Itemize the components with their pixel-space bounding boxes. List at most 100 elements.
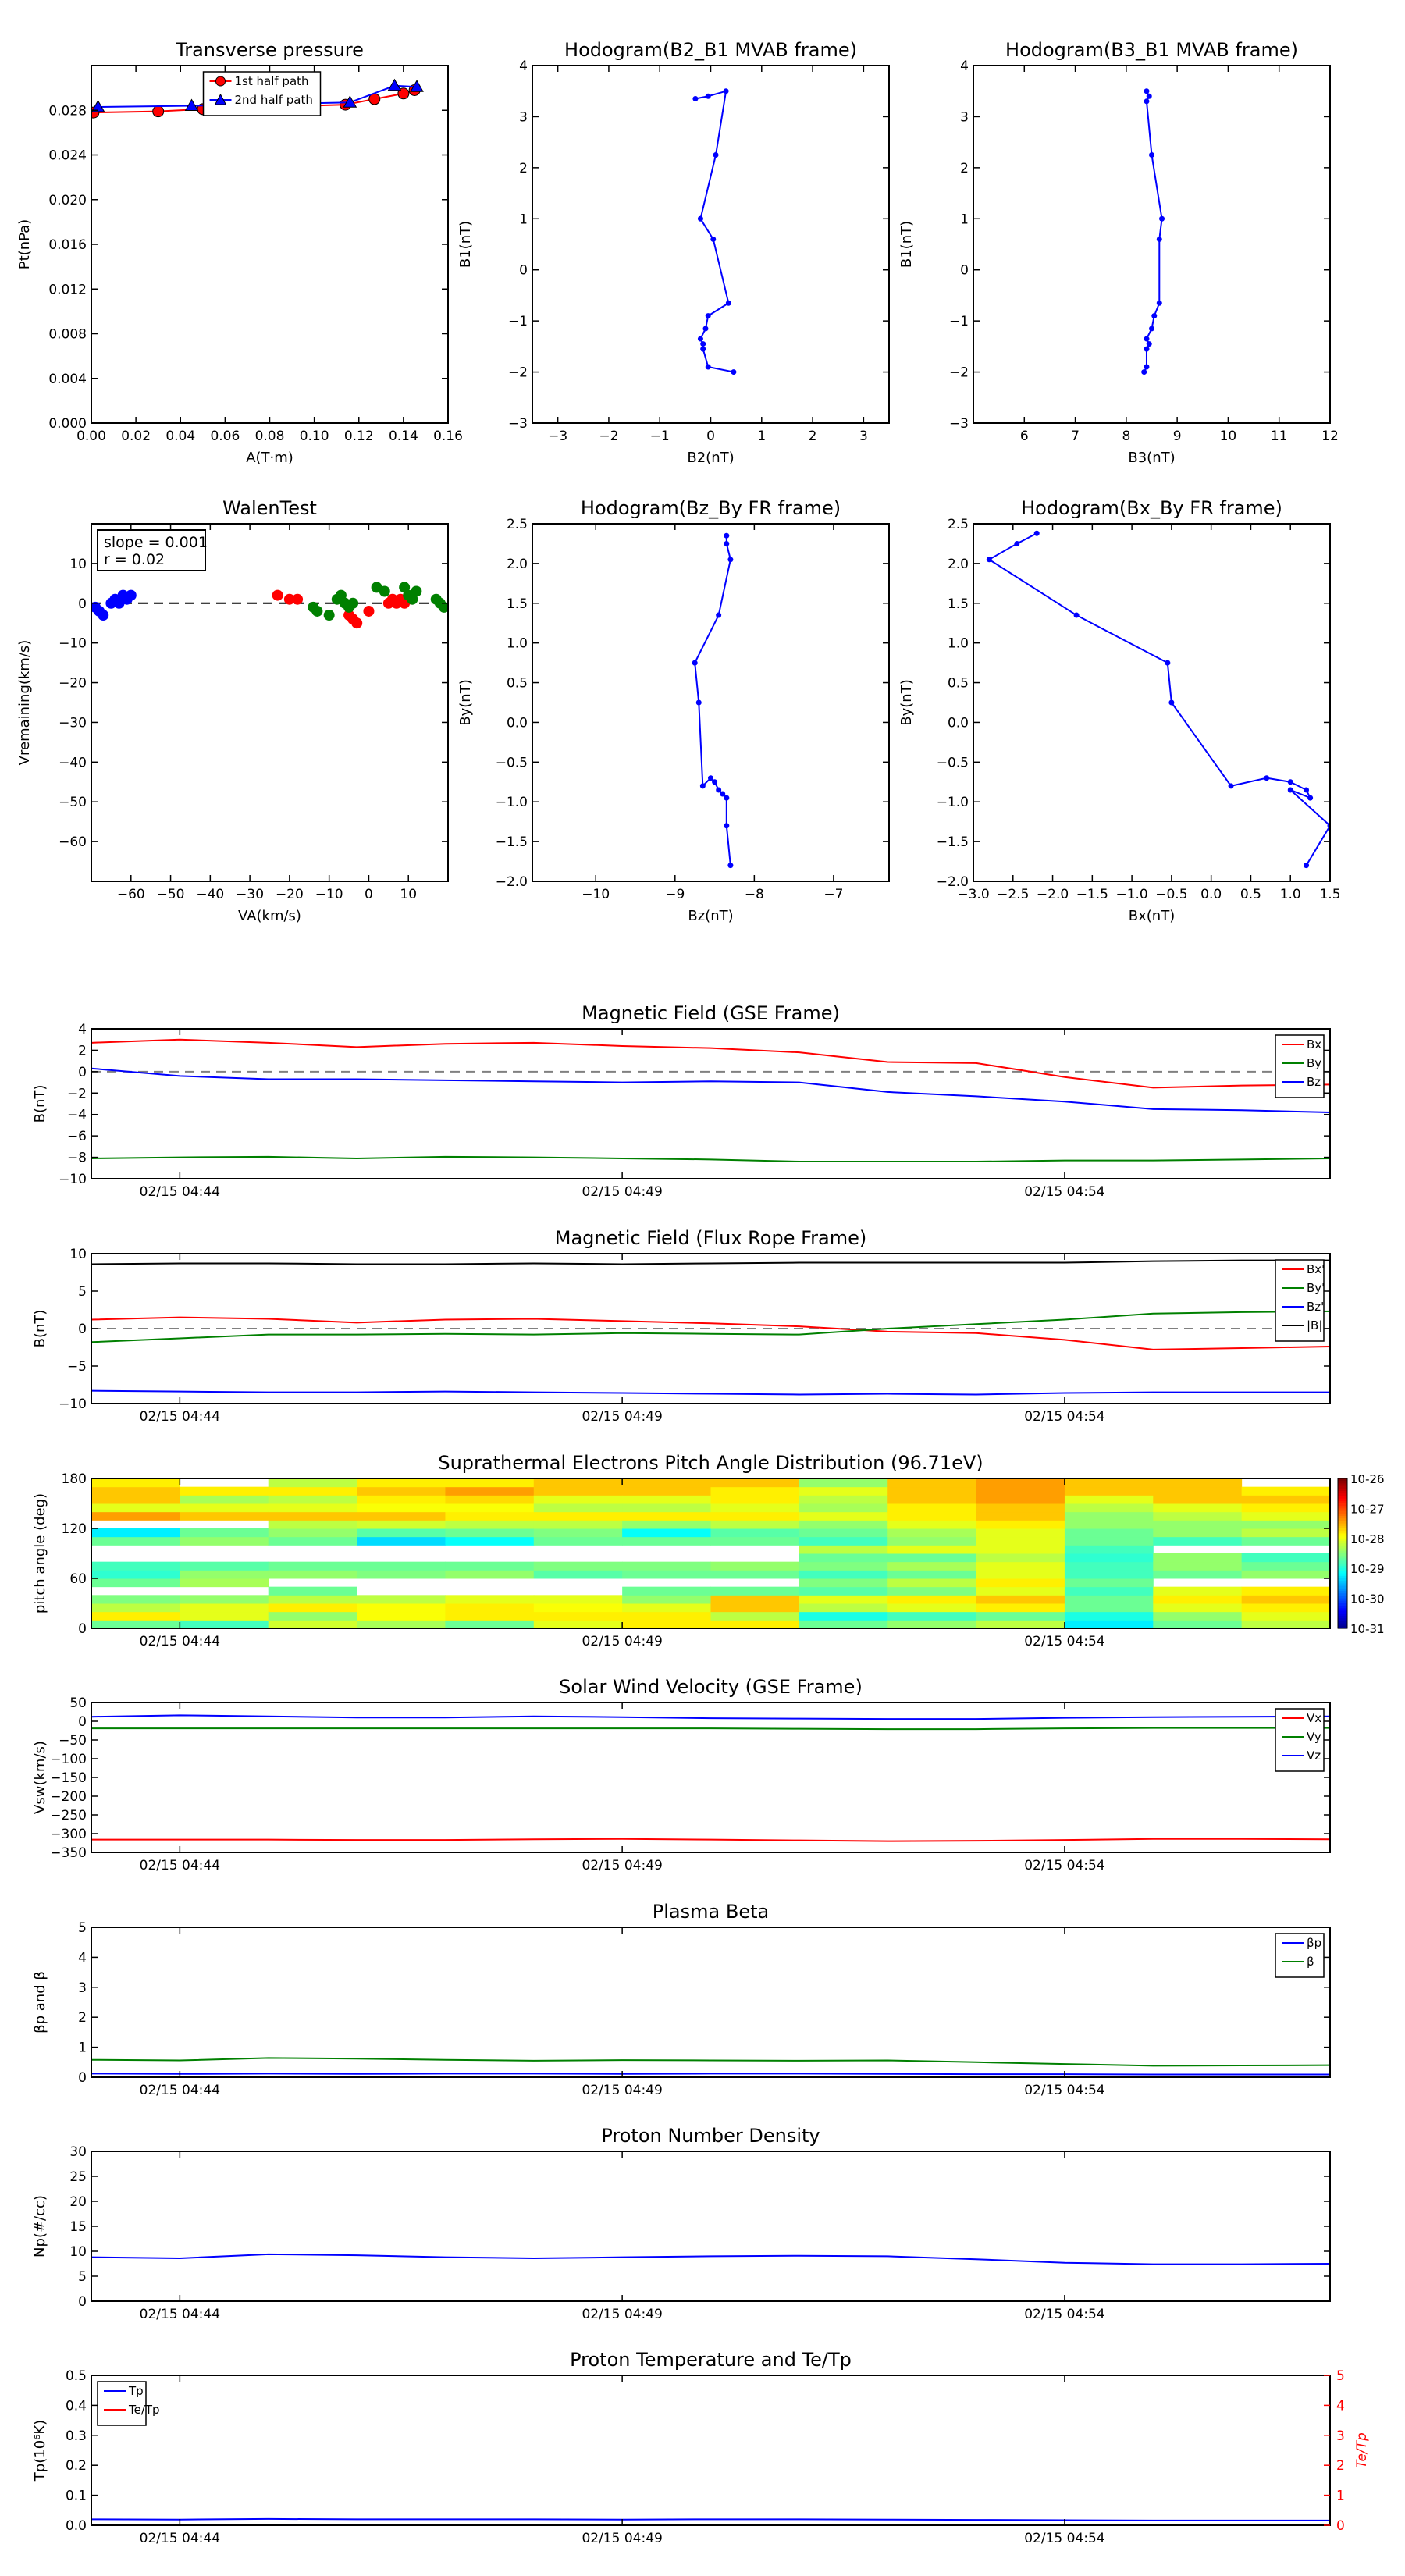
heatmap-cell: [1241, 1520, 1330, 1529]
y-tick-label: −150: [50, 1770, 87, 1786]
y-tick-label: 2.0: [507, 557, 528, 572]
heatmap-cell: [91, 1595, 180, 1604]
x-tick-label: 02/15 04:44: [140, 2307, 220, 2322]
x-tick-label: 6: [1020, 429, 1029, 444]
data-point: [705, 93, 711, 99]
y-axis-label: B1(nT): [457, 221, 474, 268]
heatmap-cell: [799, 1511, 888, 1521]
heatmap-cell: [1064, 1586, 1154, 1596]
y-tick-label: 4: [960, 59, 969, 74]
y-tick-label: −8: [67, 1151, 87, 1166]
heatmap-cell: [710, 1528, 800, 1538]
y-tick-label: 1: [960, 212, 969, 227]
heatmap-cell: [799, 1561, 888, 1571]
y-tick-label: 0.028: [48, 103, 87, 119]
heatmap-cell: [799, 1536, 888, 1546]
y-tick-label: −1: [508, 314, 528, 329]
heatmap-cell: [622, 1486, 711, 1496]
data-point: [723, 88, 729, 94]
data-point: [1228, 783, 1234, 789]
data-point: [716, 612, 722, 618]
heatmap-cell: [799, 1553, 888, 1563]
heatmap-cell: [622, 1536, 711, 1546]
x-tick-label: −1: [650, 429, 670, 444]
y-tick-label: −40: [59, 755, 87, 770]
heatmap-cell: [91, 1578, 180, 1588]
heatmap-cell: [445, 1603, 535, 1613]
legend-label: Bz': [1307, 1300, 1324, 1314]
legend-label: By: [1307, 1056, 1321, 1070]
chart-title: Proton Temperature and Te/Tp: [570, 2349, 852, 2371]
heatmap-cell: [976, 1486, 1065, 1496]
heatmap-cell: [622, 1595, 711, 1604]
heatmap-cell: [710, 1536, 800, 1546]
heatmap-cell: [1064, 1478, 1154, 1488]
y-tick-label: 0: [78, 2070, 87, 2086]
y-tick-label: −3: [508, 416, 528, 432]
y-tick-label: 0.0: [507, 715, 528, 731]
heatmap-cell: [887, 1570, 977, 1579]
heatmap-cell: [180, 1570, 269, 1579]
x-tick-label: −60: [117, 887, 145, 902]
data-point: [705, 313, 711, 319]
heatmap-cell: [976, 1545, 1065, 1554]
y-axis-label: B(nT): [32, 1085, 48, 1123]
legend-label: Vz: [1307, 1749, 1321, 1763]
heatmap-cell: [268, 1511, 357, 1521]
heatmap-cell: [1241, 1561, 1330, 1571]
x-tick-label: −3: [548, 429, 567, 444]
heatmap-cell: [268, 1478, 357, 1488]
heatmap-cell: [91, 1486, 180, 1496]
x-tick-label: 02/15 04:44: [140, 1409, 220, 1425]
data-point: [1287, 787, 1293, 793]
legend: βp β: [1275, 1933, 1325, 1978]
colorbar-label: 10-27: [1350, 1502, 1385, 1516]
heatmap-cell: [1241, 1503, 1330, 1513]
heatmap-cell: [533, 1570, 623, 1579]
heatmap-cell: [887, 1561, 977, 1571]
y-tick-label: 0.012: [48, 282, 87, 297]
y-tick-label: 2.5: [948, 517, 969, 532]
x-tick-label: −30: [236, 887, 264, 902]
heatmap-cell: [180, 1561, 269, 1571]
heatmap-cell: [1064, 1545, 1154, 1554]
heatmap-cell: [1153, 1486, 1243, 1496]
chart-title: Transverse pressure: [175, 39, 364, 61]
y-tick-label: 10: [69, 1247, 87, 1262]
data-point: [1151, 313, 1158, 319]
y-tick-label: 2: [960, 161, 969, 176]
x-tick-label: 1.5: [1319, 887, 1340, 902]
y-tick-label: 0.1: [66, 2489, 87, 2504]
y-tick-label: 0.020: [48, 193, 87, 208]
legend-label: Bz: [1307, 1075, 1321, 1089]
y-tick-label: −60: [59, 834, 87, 850]
x-tick-label: 0.16: [433, 429, 463, 444]
y-tick-label: 0.008: [48, 327, 87, 343]
heatmap-cell: [1241, 1495, 1330, 1504]
y-tick-label: 3: [519, 109, 528, 125]
heatmap-cell: [887, 1503, 977, 1513]
heatmap-cell: [1064, 1578, 1154, 1588]
data-point: [724, 795, 730, 801]
x-tick-label: −10: [582, 887, 610, 902]
data-point: [311, 605, 323, 617]
data-point: [727, 557, 734, 563]
x-tick-label: 02/15 04:49: [582, 1184, 662, 1200]
heatmap-cell: [357, 1603, 446, 1613]
y-tick-label: 0: [519, 263, 528, 279]
colorbar-label: 10-31: [1350, 1622, 1385, 1636]
y-tick-label: 0.3: [66, 2428, 87, 2444]
data-point: [351, 617, 363, 629]
heatmap-cell: [1153, 1553, 1243, 1563]
y-tick-label: 2.5: [507, 517, 528, 532]
colorbar-label: 10-29: [1350, 1562, 1385, 1576]
x-tick-label: 12: [1321, 429, 1339, 444]
heatmap-cell: [710, 1511, 800, 1521]
data-point: [323, 610, 335, 621]
chart-title: Proton Number Density: [601, 2125, 820, 2147]
x-tick-label: 0.04: [165, 429, 195, 444]
heatmap-cell: [887, 1586, 977, 1596]
heatmap-cell: [445, 1478, 535, 1488]
legend: Vx Vy Vz: [1275, 1708, 1325, 1772]
heatmap-cell: [1153, 1520, 1243, 1529]
